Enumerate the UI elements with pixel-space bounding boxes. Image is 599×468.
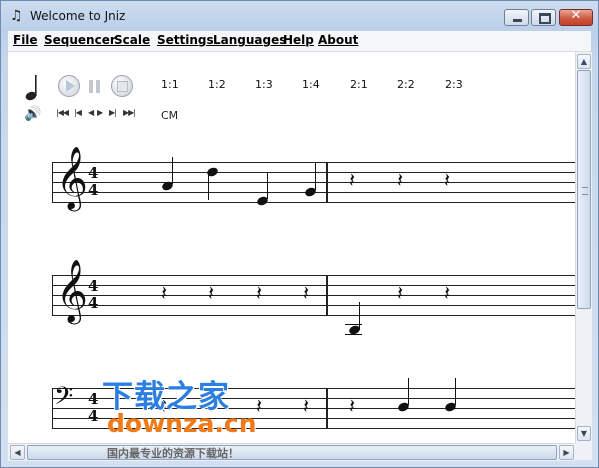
rest[interactable]: 𝄽 (303, 396, 309, 416)
rest[interactable]: 𝄽 (444, 283, 450, 303)
rest[interactable]: 𝄽 (349, 396, 355, 416)
ratio-tab-1-2[interactable]: 1:2 (208, 78, 226, 91)
window-title: Welcome to Jniz (30, 9, 126, 23)
ratio-tab-2-1[interactable]: 2:1 (350, 78, 368, 91)
time-signature-top: 4 (88, 277, 99, 295)
scroll-left-icon[interactable]: ◀ (10, 445, 25, 460)
play-button[interactable] (58, 75, 80, 97)
rest[interactable]: 𝄽 (208, 283, 214, 303)
menu-file[interactable]: File (13, 33, 38, 47)
treble-clef-icon: 𝄞 (56, 259, 88, 322)
menu-about[interactable]: About (318, 33, 358, 47)
stop-button[interactable] (111, 75, 133, 97)
menu-bar: File Sequencer Scale Settings Languages … (8, 31, 591, 52)
close-button[interactable]: ✕ (559, 8, 593, 26)
horizontal-scrollbar[interactable]: ◀ ▶ (8, 443, 575, 461)
stop-icon (117, 81, 128, 92)
watermark-domain: downza.cn (107, 409, 257, 438)
last-icon[interactable]: ▶▶| (123, 108, 136, 117)
scale-label: CM (161, 109, 179, 122)
minimize-button[interactable] (504, 9, 529, 26)
time-signature-bottom: 4 (88, 294, 99, 312)
first-icon[interactable]: |◀◀ (56, 108, 69, 117)
ratio-tab-1-1[interactable]: 1:1 (161, 78, 179, 91)
step-forward-icon[interactable]: ▶ (97, 108, 103, 117)
previous-icon[interactable]: |◀ (74, 108, 82, 117)
rest[interactable]: 𝄽 (397, 283, 403, 303)
rest[interactable]: 𝄽 (349, 170, 355, 190)
time-signature-top: 4 (88, 164, 99, 182)
ratio-tab-2-3[interactable]: 2:3 (445, 78, 463, 91)
treble-clef-icon: 𝄞 (56, 146, 88, 209)
quarter-note-icon[interactable] (25, 72, 41, 102)
scroll-corner (575, 443, 592, 460)
menu-settings[interactable]: Settings (157, 33, 214, 47)
next-icon[interactable]: ▶| (109, 108, 117, 117)
rest[interactable]: 𝄽 (397, 170, 403, 190)
rest[interactable]: 𝄽 (256, 283, 262, 303)
play-icon (66, 80, 75, 92)
ratio-tab-1-4[interactable]: 1:4 (302, 78, 320, 91)
rest[interactable]: 𝄽 (303, 283, 309, 303)
rest[interactable]: 𝄽 (256, 396, 262, 416)
rest[interactable]: 𝄽 (161, 283, 167, 303)
step-back-icon[interactable]: ◀ (88, 108, 94, 117)
ratio-tab-2-2[interactable]: 2:2 (397, 78, 415, 91)
minimize-icon (513, 19, 522, 22)
staff-1[interactable]: 𝄞 4 4 𝄽 𝄽 𝄽 (8, 146, 575, 260)
vertical-scroll-thumb[interactable] (577, 70, 591, 309)
time-signature-bottom: 4 (88, 181, 99, 199)
menu-scale[interactable]: Scale (114, 33, 150, 47)
menu-sequencer[interactable]: Sequencer (44, 33, 116, 47)
ratio-tab-1-3[interactable]: 1:3 (255, 78, 273, 91)
score-canvas[interactable]: 1:1 1:2 1:3 1:4 2:1 2:2 2:3 🔊 |◀◀ |◀ ◀ ▶… (8, 52, 575, 443)
pause-button[interactable] (89, 80, 101, 93)
vertical-scrollbar[interactable]: ▲ ▼ (575, 52, 592, 443)
title-bar[interactable]: ♫ Welcome to Jniz ✕ (1, 1, 598, 31)
staff-2[interactable]: 𝄞 4 4 𝄽 𝄽 𝄽 𝄽 𝄽 𝄽 (8, 259, 575, 373)
rest[interactable]: 𝄽 (444, 170, 450, 190)
app-window: ♫ Welcome to Jniz ✕ File Sequencer Scale… (0, 0, 599, 468)
staff-3[interactable]: 𝄢 4 4 𝄽 𝄽 𝄽 𝄽 𝄽 (8, 378, 575, 443)
music-note-icon: ♫ (10, 8, 23, 24)
scroll-up-icon[interactable]: ▲ (577, 54, 591, 69)
time-signature-bottom: 4 (88, 407, 99, 425)
menu-help[interactable]: Help (283, 33, 314, 47)
maximize-icon (539, 13, 551, 24)
scroll-right-icon[interactable]: ▶ (559, 445, 574, 460)
menu-languages[interactable]: Languages (213, 33, 286, 47)
close-icon: ✕ (570, 8, 582, 23)
bass-clef-icon: 𝄢 (54, 382, 74, 417)
watermark-slogan: 国内最专业的资源下载站！ (107, 447, 239, 460)
time-signature-top: 4 (88, 390, 99, 408)
volume-icon[interactable]: 🔊 (24, 106, 41, 122)
scroll-down-icon[interactable]: ▼ (577, 426, 591, 441)
maximize-button[interactable] (531, 9, 556, 26)
